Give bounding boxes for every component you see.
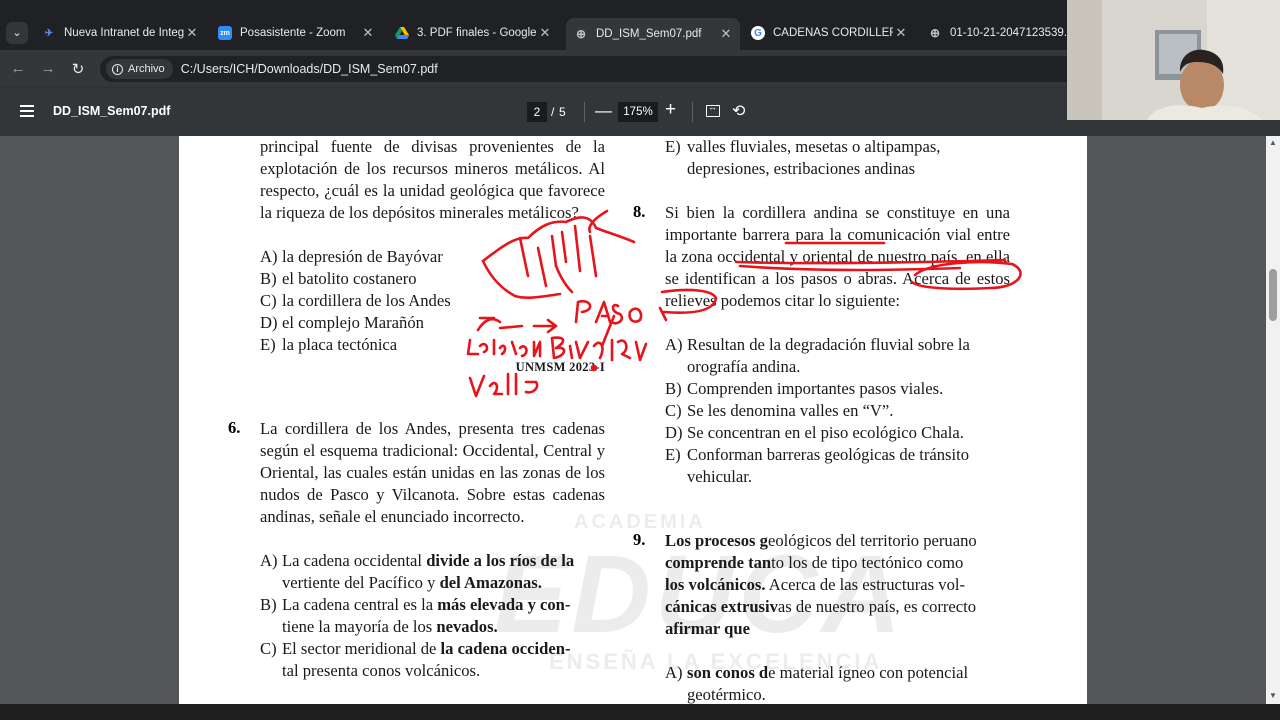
q5-option-a: A) la depresión de Bayóvar: [260, 247, 443, 266]
left-column: principal fuente de divisas provenientes…: [260, 136, 605, 378]
q9-option-a: A) son conos de material ígneo con poten…: [665, 663, 969, 704]
close-icon[interactable]: ✕: [537, 25, 553, 41]
q5-option-d: D) el complejo Marañón: [260, 313, 424, 332]
question-9-text: Los procesos geológicos del territorio p…: [665, 531, 977, 638]
close-icon[interactable]: ✕: [718, 26, 734, 42]
page-number-input[interactable]: 2: [527, 102, 547, 122]
page-total: 5: [559, 105, 566, 119]
fit-to-page-icon[interactable]: [706, 102, 720, 117]
info-icon: i: [112, 63, 123, 75]
toolbar-divider: [692, 102, 693, 122]
zoom-icon: zm: [218, 26, 232, 40]
q7-option-e: E) valles fluviales, mesetas o altipampas…: [665, 137, 941, 178]
question-6: La cordillera de los Andes, presenta tre…: [260, 418, 605, 682]
google-icon: G: [751, 26, 765, 40]
zoom-in-icon[interactable]: +: [665, 99, 676, 121]
question-9: Los procesos geológicos del territorio p…: [665, 530, 1010, 704]
right-column: E) valles fluviales, mesetas o altipampas…: [665, 136, 1010, 180]
question-6-number: 6.: [228, 418, 241, 437]
close-icon[interactable]: ✕: [893, 25, 909, 41]
globe-icon: ⊕: [575, 27, 587, 41]
q5-option-e: E) la placa tectónica: [260, 335, 398, 354]
page-separator: /: [551, 105, 555, 119]
forward-arrow-icon[interactable]: →: [38, 60, 58, 77]
scroll-up-icon[interactable]: ▲: [1269, 138, 1277, 147]
question-9-number: 9.: [633, 530, 646, 549]
document-title: DD_ISM_Sem07.pdf: [53, 104, 171, 118]
scroll-thumb[interactable]: [1269, 269, 1277, 321]
back-arrow-icon[interactable]: ←: [8, 60, 28, 77]
q8-option-e: E) Conforman barreras geológicas de tráns…: [665, 445, 969, 486]
webcam-video-overlay: [1067, 0, 1280, 120]
taskbar-strip: [0, 704, 1280, 720]
omnibox[interactable]: i Archivo C:/Users/ICH/Downloads/DD_ISM_…: [100, 56, 1080, 82]
pdf-viewer: ACADEMIA EDUCA ENSEÑA LA EXCELENCIA prin…: [0, 136, 1266, 704]
menu-icon[interactable]: [20, 105, 34, 117]
pdf-page: ACADEMIA EDUCA ENSEÑA LA EXCELENCIA prin…: [179, 136, 1087, 704]
zoom-out-icon[interactable]: —: [595, 101, 612, 121]
scroll-down-icon[interactable]: ▼: [1269, 691, 1277, 700]
question-8: Si bien la cordillera andina se constitu…: [665, 202, 1010, 488]
q6-option-c: C) El sector meridional de la cadena occ…: [260, 639, 571, 680]
close-icon[interactable]: ✕: [184, 25, 200, 41]
tab-google-drive[interactable]: 3. PDF finales - Google Drive ✕: [387, 20, 559, 46]
vertical-scrollbar[interactable]: ▲ ▼: [1266, 136, 1280, 704]
reload-icon[interactable]: ↻: [68, 60, 88, 78]
tab-dd-ism-pdf[interactable]: ⊕ DD_ISM_Sem07.pdf ✕: [566, 18, 740, 50]
url-text[interactable]: C:/Users/ICH/Downloads/DD_ISM_Sem07.pdf: [181, 62, 438, 76]
presenter-video-icon: [1067, 0, 1280, 120]
q8-option-a: A) Resultan de la degradación fluvial sob…: [665, 335, 970, 376]
rotate-icon[interactable]: ⟲: [732, 101, 745, 121]
q8-option-d: D) Se concentran en el piso ecológico Cha…: [665, 423, 964, 442]
question-6-text: La cordillera de los Andes, presenta tre…: [260, 419, 605, 526]
q8-option-c: C) Se les denomina valles en “V”.: [665, 401, 894, 420]
q8-option-b: B) Comprenden importantes pasos viales.: [665, 379, 944, 398]
zoom-level-input[interactable]: 175%: [618, 102, 658, 122]
question-8-number: 8.: [633, 202, 646, 221]
tab-cadenas-cordilleras[interactable]: G CADENAS CORDILLERAS M ✕: [743, 20, 915, 46]
tab-intranet[interactable]: ✈ Nueva Intranet de Integral ✕: [34, 20, 206, 46]
tab-search-chevron-icon[interactable]: ⌄: [6, 22, 28, 44]
tab-zoom[interactable]: zm Posasistente - Zoom ✕: [210, 20, 382, 46]
intranet-icon: ✈: [44, 27, 54, 39]
q6-option-a: A) La cadena occidental divide a los río…: [260, 551, 575, 592]
question-5-text: principal fuente de divisas provenientes…: [260, 137, 605, 222]
site-info-chip[interactable]: i Archivo: [106, 59, 173, 79]
question-source: UNMSM 2023-I: [515, 360, 605, 374]
toolbar-divider: [584, 102, 585, 122]
q5-option-c: C) la cordillera de los Andes: [260, 291, 451, 310]
q6-option-b: B) La cadena central es la más elevada y…: [260, 595, 571, 636]
question-8-text: Si bien la cordillera andina se constitu…: [665, 203, 1010, 310]
tab-pdf-2047123539[interactable]: ⊕ 01-10-21-2047123539.pdf: [920, 20, 1070, 46]
close-icon[interactable]: ✕: [360, 25, 376, 41]
google-drive-icon: [395, 26, 409, 40]
q5-option-b: B) el batolito costanero: [260, 269, 417, 288]
globe-icon: ⊕: [929, 26, 941, 40]
